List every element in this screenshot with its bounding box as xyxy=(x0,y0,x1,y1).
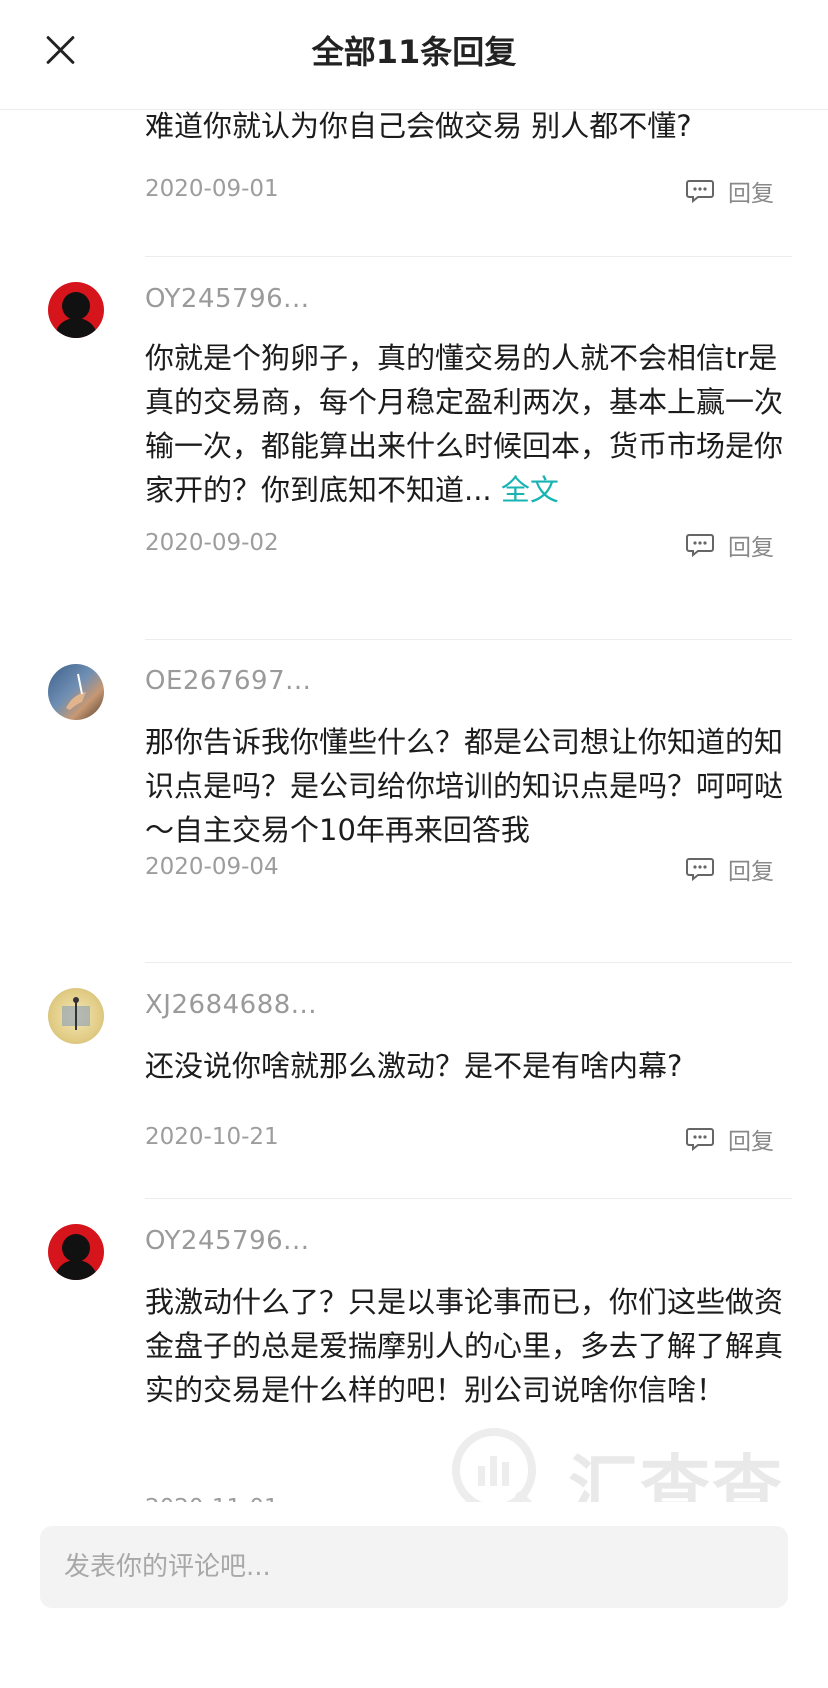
comment-content: 还没说你啥就那么激动？是不是有啥内幕? xyxy=(145,1049,683,1083)
reply-button[interactable]: 回复 xyxy=(686,852,774,886)
reply-label: 回复 xyxy=(728,535,774,561)
fulltext-link[interactable]: 全文 xyxy=(501,473,559,507)
divider xyxy=(145,256,792,257)
comment-date: 2020-09-01 xyxy=(145,176,279,202)
comment-icon xyxy=(686,180,714,203)
reply-label: 回复 xyxy=(728,1129,774,1155)
username[interactable]: OY245796... xyxy=(145,1226,309,1256)
reply-button[interactable]: 回复 xyxy=(686,1122,774,1156)
header: 全部11条回复 xyxy=(0,0,828,110)
page-title: 全部11条回复 xyxy=(311,33,517,71)
username[interactable]: OY245796... xyxy=(145,284,309,314)
comment-date: 2020-09-04 xyxy=(145,854,279,880)
comment-icon xyxy=(686,858,714,881)
comment-date: 2020-11-01 xyxy=(145,1495,279,1502)
user-silhouette-icon xyxy=(54,292,98,338)
divider xyxy=(145,962,792,963)
comment-date: 2020-10-21 xyxy=(145,1124,279,1150)
avatar[interactable] xyxy=(48,988,104,1044)
illustration-icon xyxy=(62,997,90,1030)
username[interactable]: XJ2684688... xyxy=(145,990,317,1020)
comment-date: 2020-09-02 xyxy=(145,530,279,556)
reply-button[interactable]: 回复 xyxy=(686,174,774,208)
avatar[interactable] xyxy=(48,664,104,720)
reply-list[interactable]: 难道你就认为你自己会做交易 别人都不懂? 2020-09-01 回复 OY245… xyxy=(0,110,828,1502)
comment-icon xyxy=(686,1128,714,1151)
comment-text: 你就是个狗卵子，真的懂交易的人就不会相信tr是真的交易商，每个月稳定盈利两次，基… xyxy=(145,341,784,507)
hand-photo-icon xyxy=(66,673,86,710)
comment-icon xyxy=(686,534,714,557)
avatar[interactable] xyxy=(48,1224,104,1280)
comment-content: 那你告诉我你懂些什么？都是公司想让你知道的知识点是吗？是公司给你培训的知识点是吗… xyxy=(145,725,784,847)
reply-label: 回复 xyxy=(728,859,774,885)
reply-button[interactable]: 回复 xyxy=(686,528,774,562)
user-silhouette-icon xyxy=(54,1234,98,1280)
comment-content: 我激动什么了？只是以事论事而已，你们这些做资金盘子的总是爱揣摩别人的心里，多去了… xyxy=(145,1285,784,1407)
divider xyxy=(145,639,792,640)
comment-content: 你就是个狗卵子，真的懂交易的人就不会相信tr是真的交易商，每个月稳定盈利两次，基… xyxy=(145,336,795,512)
avatar[interactable] xyxy=(48,282,104,338)
username[interactable]: OE267697... xyxy=(145,666,311,696)
comment-input[interactable] xyxy=(40,1526,788,1608)
reply-label: 回复 xyxy=(728,181,774,207)
comment-content: 难道你就认为你自己会做交易 别人都不懂? xyxy=(145,110,692,143)
bottom-bar xyxy=(0,1502,828,1688)
divider xyxy=(145,1198,792,1199)
